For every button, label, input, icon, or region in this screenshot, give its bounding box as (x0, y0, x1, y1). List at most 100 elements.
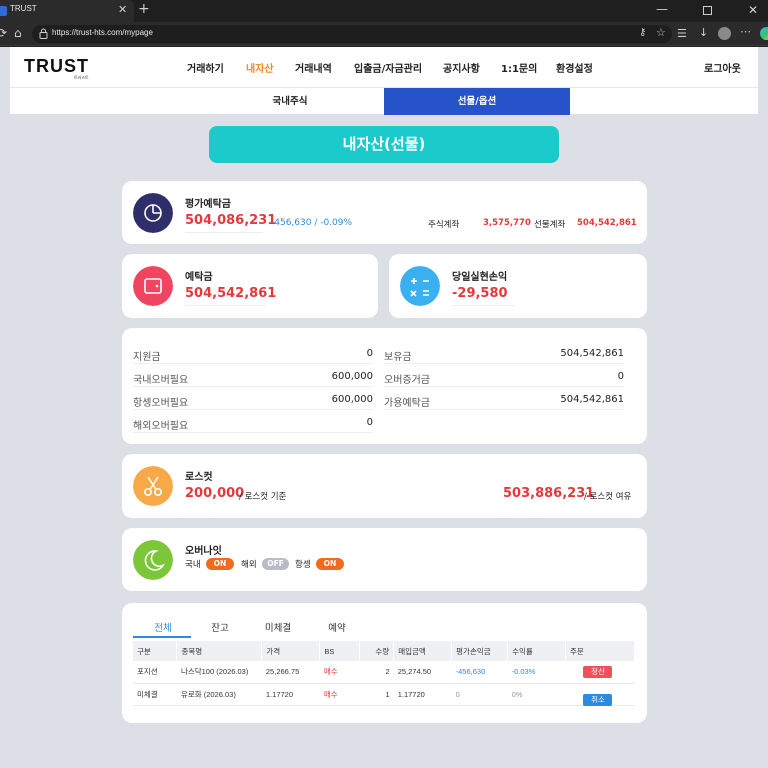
cell-bs: 매수 (319, 661, 360, 684)
cell-rate: 0% (507, 683, 566, 706)
new-tab-icon[interactable]: + (138, 1, 150, 17)
cell-bs: 매수 (319, 683, 360, 706)
overnight-card: 오버나잇 국내 ON 해외 OFF 항셍 ON (122, 528, 647, 591)
tab-reserved[interactable]: 예약 (307, 620, 367, 634)
table-row: 미체결 유로화 (2026.03) 1.17720 매수 1 1.17720 0… (133, 683, 635, 706)
detail-value: 504,542,861 (560, 348, 624, 359)
table-header-row: 구분 종목명 가격 BS 수량 매입금액 평가손익금 수익률 주문 (133, 641, 636, 661)
site-header: TRUST 트러스트 거래하기 내자산 거래내역 입출금/자금관리 공지사항 1… (10, 47, 758, 87)
stock-account-label: 주식계좌 (428, 220, 460, 230)
eval-deposit-value: 504,086,231 (185, 213, 277, 228)
profile-avatar[interactable] (718, 27, 731, 40)
browser-toolbar: ⟳ ⌂ https://trust-hts.com/mypage ⚷ ☆ ☰ ↓… (0, 22, 768, 46)
deposit-label: 예탁금 (185, 272, 213, 283)
cell-name: 유로화 (2026.03) (176, 683, 262, 706)
cell-qty: 2 (359, 661, 394, 684)
col-header: 평가손익금 (451, 641, 509, 661)
nav-trade[interactable]: 거래하기 (187, 60, 224, 75)
logo[interactable]: TRUST (24, 56, 89, 77)
url-text[interactable]: https://trust-hts.com/mypage (52, 28, 153, 37)
deposit-value: 504,542,861 (185, 286, 277, 301)
tab-all[interactable]: 전체 (133, 620, 193, 634)
overnight-hangseng-toggle[interactable]: ON (316, 558, 344, 570)
detail-card: 지원금 0 국내오버필요 600,000 항셍오버필요 600,000 해외오버… (122, 328, 647, 444)
cell-pnl: 0 (451, 683, 508, 706)
col-header: 수량 (359, 641, 395, 661)
tab-unfilled[interactable]: 미체결 (248, 620, 308, 634)
browser-tab[interactable]: TRUST ✕ (0, 0, 134, 22)
cell-amount: 1.17720 (393, 683, 452, 706)
overnight-overseas-label: 해외 (241, 560, 257, 570)
daily-pnl-label: 당일실현손익 (452, 272, 508, 283)
sub-tabs: 국내주식 선물/옵션 (10, 87, 758, 115)
lock-icon (39, 28, 48, 39)
col-header: 구분 (133, 641, 178, 661)
detail-value: 0 (366, 348, 373, 359)
minimize-icon[interactable]: — (656, 2, 668, 16)
tab-futures-options[interactable]: 선물/옵션 (384, 88, 570, 115)
nav-inquiry[interactable]: 1:1문의 (501, 60, 537, 75)
eval-deposit-label: 평가예탁금 (185, 199, 231, 210)
page-title: 내자산(선물) (209, 126, 559, 163)
detail-label: 항셍오버필요 (133, 398, 189, 409)
col-header: 수익률 (507, 641, 566, 661)
overnight-domestic-label: 국내 (185, 560, 201, 570)
address-bar[interactable]: https://trust-hts.com/mypage ⚷ ☆ (32, 25, 672, 43)
detail-label: 가용예탁금 (384, 398, 430, 409)
cell-type: 미체결 (133, 683, 177, 706)
key-icon[interactable]: ⚷ (639, 27, 646, 38)
logout-link[interactable]: 로그아웃 (704, 60, 741, 75)
overnight-overseas-toggle[interactable]: OFF (262, 558, 289, 570)
download-icon[interactable]: ↓ (699, 26, 708, 39)
tab-domestic-stock[interactable]: 국내주식 (197, 88, 383, 115)
col-header: BS (319, 641, 361, 661)
col-header: 매입금액 (393, 641, 453, 661)
losscut-label: 로스컷 (185, 472, 213, 483)
logo-subtitle: 트러스트 (74, 75, 89, 80)
overnight-domestic-toggle[interactable]: ON (206, 558, 234, 570)
losscut-value: 200,000 (185, 486, 245, 501)
window-close-icon[interactable]: ✕ (748, 3, 758, 17)
nav-settings[interactable]: 환경설정 (556, 60, 593, 75)
detail-value: 600,000 (331, 394, 373, 405)
nav-my-assets[interactable]: 내자산 (246, 60, 274, 75)
page: TRUST 트러스트 거래하기 내자산 거래내역 입출금/자금관리 공지사항 1… (0, 47, 768, 768)
wallet-icon (133, 266, 173, 306)
copilot-icon[interactable] (760, 27, 768, 40)
detail-label: 보유금 (384, 352, 412, 363)
scissors-icon (133, 466, 173, 506)
detail-value: 600,000 (331, 371, 373, 382)
losscut-margin-suffix: / 로스컷 여유 (584, 492, 632, 502)
overnight-label: 오버나잇 (185, 546, 222, 557)
moon-icon (133, 540, 173, 580)
pie-chart-icon (133, 193, 173, 233)
tab-balance[interactable]: 잔고 (190, 620, 250, 634)
liquidate-button[interactable]: 청산 (583, 665, 613, 678)
futures-account-label: 선물계좌 (534, 220, 566, 230)
reload-icon[interactable]: ⟳ (0, 26, 7, 40)
cell-type: 포지션 (133, 661, 177, 684)
detail-label: 지원금 (133, 352, 161, 363)
cell-qty: 1 (359, 683, 394, 706)
cell-rate: -0.03% (507, 661, 566, 684)
cancel-order-button[interactable]: 취소 (583, 694, 613, 706)
maximize-icon[interactable] (703, 6, 712, 15)
star-icon[interactable]: ☆ (656, 26, 666, 39)
nav-funds[interactable]: 입출금/자금관리 (354, 60, 422, 75)
extensions-icon[interactable]: ☰ (677, 27, 687, 40)
eval-deposit-card: 평가예탁금 504,086,231 -456,630 / -0.09% 주식계좌… (122, 181, 647, 244)
more-icon[interactable]: ⋯ (740, 25, 751, 38)
tab-close-icon[interactable]: ✕ (118, 3, 127, 16)
col-header: 주문 (565, 641, 636, 661)
cell-price: 25,266.75 (261, 661, 320, 684)
nav-notice[interactable]: 공지사항 (443, 60, 480, 75)
browser-tabbar: TRUST ✕ + — ✕ (0, 0, 768, 22)
cell-pnl: -456,630 (451, 661, 508, 684)
col-header: 종목명 (176, 641, 263, 661)
detail-label: 해외오버필요 (133, 421, 189, 432)
positions-table: 구분 종목명 가격 BS 수량 매입금액 평가손익금 수익률 주문 포지션 나스… (133, 641, 636, 706)
home-icon[interactable]: ⌂ (14, 26, 22, 40)
nav-history[interactable]: 거래내역 (295, 60, 332, 75)
overnight-hangseng-label: 항셍 (295, 560, 311, 570)
tab-all-underline (133, 636, 191, 638)
